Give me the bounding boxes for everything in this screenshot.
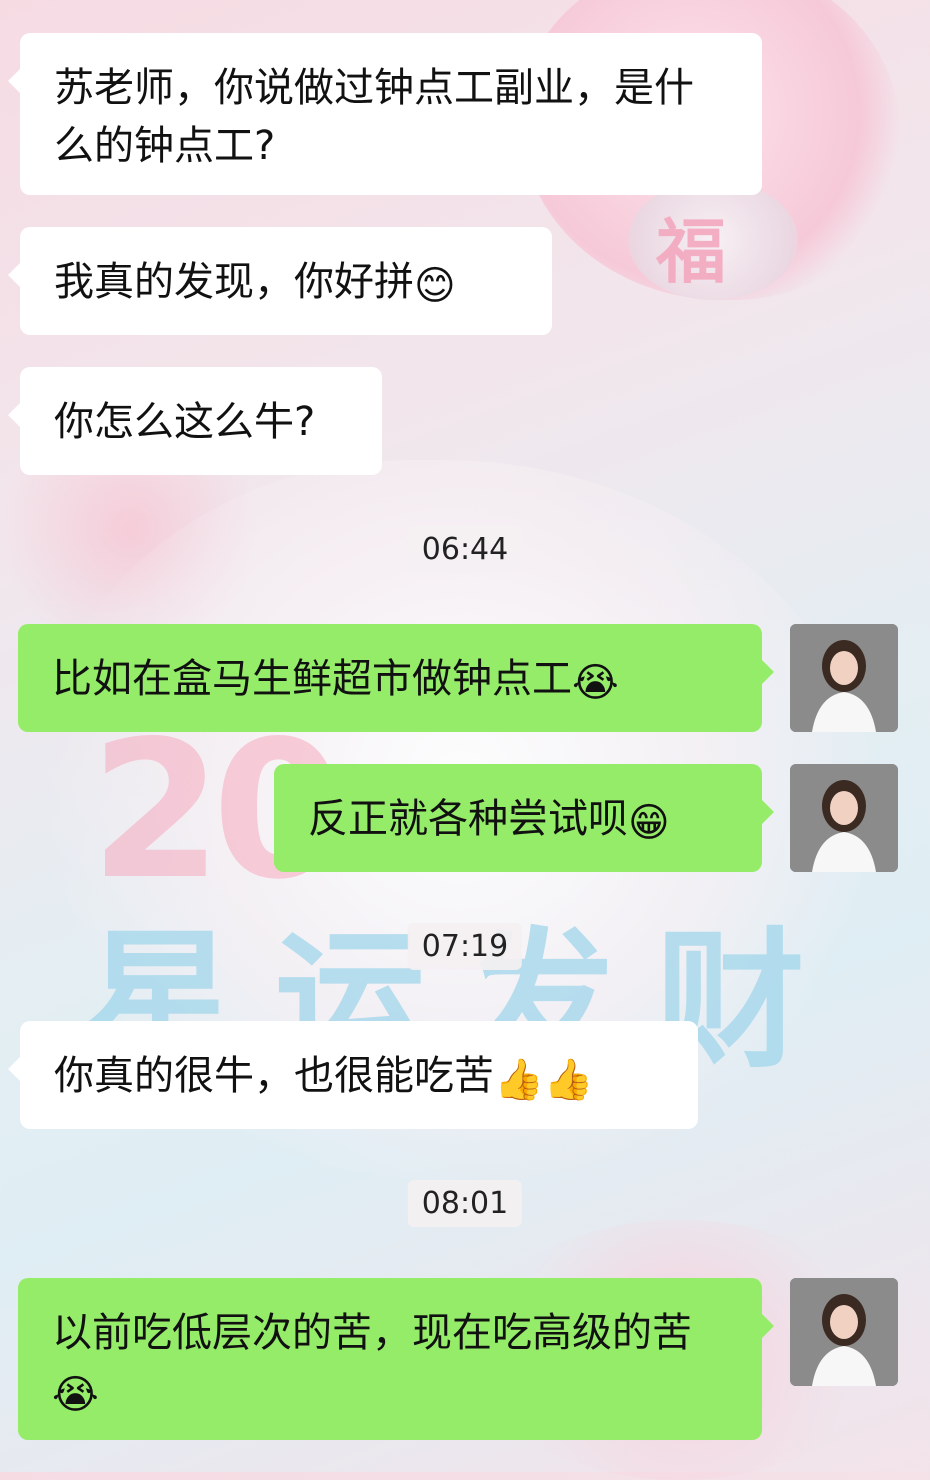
message-bubble-outgoing[interactable]: 比如在盒马生鲜超市做钟点工😭 bbox=[18, 624, 774, 732]
avatar[interactable] bbox=[790, 624, 898, 732]
message-text: 你真的很牛，也很能吃苦 bbox=[54, 1053, 494, 1099]
message-bubble-incoming[interactable]: 苏老师，你说做过钟点工副业，是什么的钟点工? bbox=[8, 33, 762, 195]
grin-emoji-icon: 😁 bbox=[628, 800, 670, 846]
wallpaper-blessing-char: 福 bbox=[656, 211, 726, 293]
message-bubble-incoming[interactable]: 你真的很牛，也很能吃苦👍👍 bbox=[8, 1021, 698, 1129]
message-text: 我真的发现，你好拼 bbox=[54, 259, 414, 305]
message-bubble-outgoing[interactable]: 反正就各种尝试呗😁 bbox=[274, 764, 774, 872]
timestamp: 06:44 bbox=[407, 526, 523, 573]
crying-emoji-icon: 😭 bbox=[52, 1372, 99, 1418]
message-text: 以前吃低层次的苦，现在吃高级的苦 bbox=[52, 1310, 692, 1356]
avatar-portrait-icon bbox=[790, 764, 898, 872]
timestamp: 07:19 bbox=[407, 923, 523, 970]
message-text: 比如在盒马生鲜超市做钟点工 bbox=[52, 656, 572, 702]
crying-emoji-icon: 😭 bbox=[572, 660, 619, 706]
avatar-portrait-icon bbox=[790, 1278, 898, 1386]
message-text: 反正就各种尝试呗 bbox=[308, 796, 628, 842]
timestamp: 08:01 bbox=[407, 1180, 523, 1227]
message-bubble-outgoing[interactable]: 以前吃低层次的苦，现在吃高级的苦 😭 bbox=[18, 1278, 774, 1440]
wallpaper-coin bbox=[628, 180, 798, 300]
message-text: 你怎么这么牛? bbox=[54, 399, 316, 445]
message-bubble-incoming[interactable]: 你怎么这么牛? bbox=[8, 367, 382, 475]
avatar[interactable] bbox=[790, 764, 898, 872]
thumbs-up-emoji-icon: 👍👍 bbox=[494, 1057, 594, 1103]
smile-emoji-icon: 😊 bbox=[414, 263, 456, 309]
message-bubble-incoming[interactable]: 我真的发现，你好拼😊 bbox=[8, 227, 552, 335]
avatar[interactable] bbox=[790, 1278, 898, 1386]
avatar-portrait-icon bbox=[790, 624, 898, 732]
message-text: 苏老师，你说做过钟点工副业，是什么的钟点工? bbox=[54, 65, 694, 169]
